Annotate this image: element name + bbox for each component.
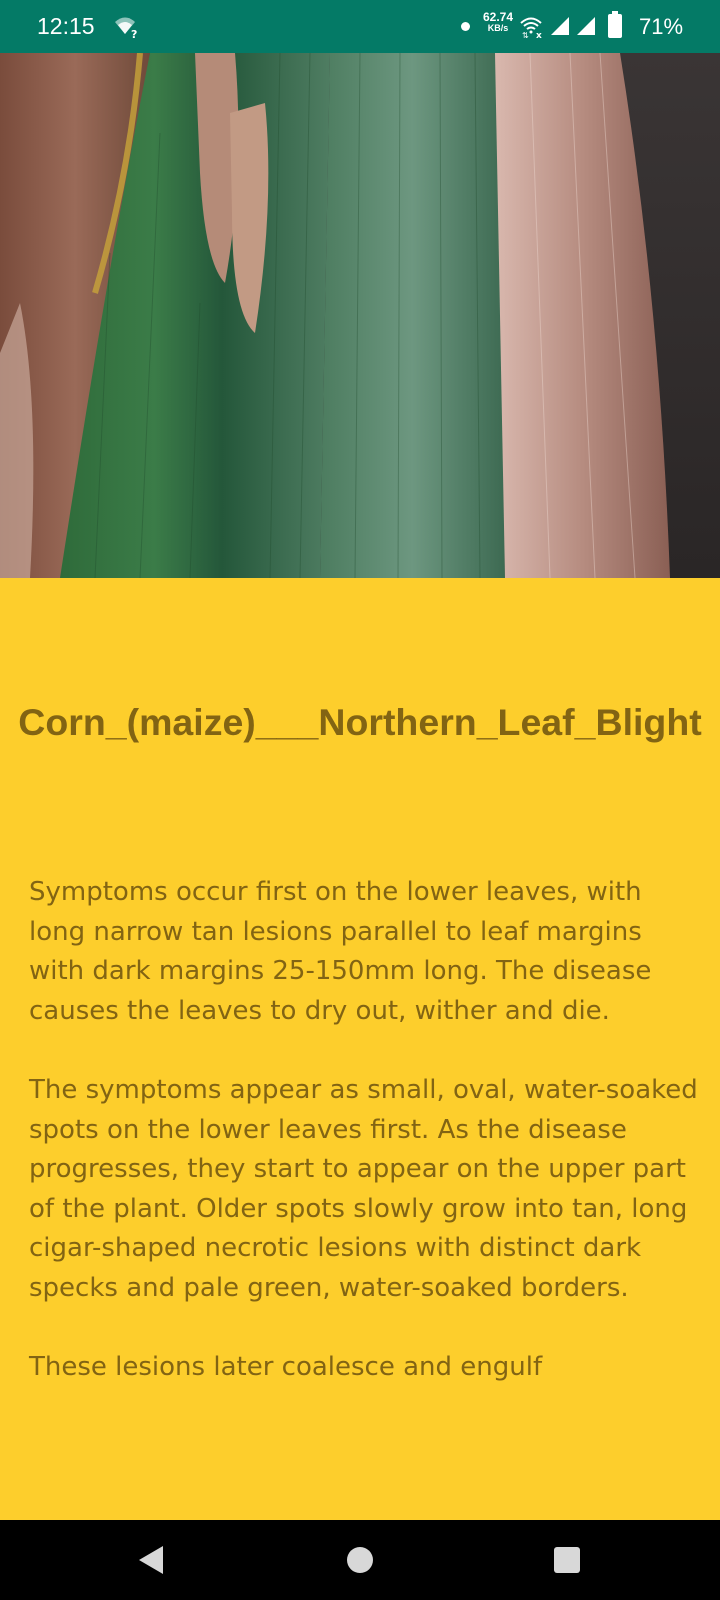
description-paragraph: These lesions later coalesce and engulf [29, 1352, 543, 1382]
home-button[interactable] [320, 1520, 400, 1600]
svg-text:⇅: ⇅ [522, 31, 529, 38]
svg-text:x: x [536, 31, 542, 38]
recents-icon [554, 1547, 580, 1573]
signal-icon [575, 15, 597, 42]
svg-text:?: ? [131, 28, 137, 38]
network-speed: 62.74 KB/s [481, 10, 515, 34]
network-speed-value: 62.74 [482, 10, 514, 24]
battery-percent: 71% [639, 14, 684, 39]
disease-description: Symptoms occur first on the lower leaves… [29, 873, 699, 1428]
signal-icon [549, 15, 571, 42]
description-paragraph: Symptoms occur first on the lower leaves… [29, 877, 652, 1026]
recents-button[interactable] [527, 1520, 607, 1600]
description-paragraph: The symptoms appear as small, oval, wate… [29, 1075, 698, 1303]
app-screen: 12:15 ? 62.74 KB/s ⇅ x 71% Corn_(maize)_… [0, 0, 720, 1600]
network-speed-unit: KB/s [487, 23, 509, 33]
status-bar: 12:15 ? 62.74 KB/s ⇅ x 71% [0, 0, 720, 53]
navigation-bar [0, 1520, 720, 1600]
wifi-off-icon: ⇅ x [519, 14, 545, 43]
battery-icon [607, 11, 623, 44]
corn-leaf-photo [0, 53, 720, 578]
status-time: 12:15 [37, 13, 95, 39]
back-icon [139, 1546, 163, 1574]
home-icon [347, 1547, 373, 1573]
wifi-question-icon: ? [113, 14, 139, 41]
disease-content: Corn_(maize)___Northern_Leaf_Blight Symp… [0, 578, 720, 1520]
notification-dot-icon [461, 22, 470, 31]
back-button[interactable] [111, 1520, 191, 1600]
disease-title: Corn_(maize)___Northern_Leaf_Blight [18, 701, 702, 743]
